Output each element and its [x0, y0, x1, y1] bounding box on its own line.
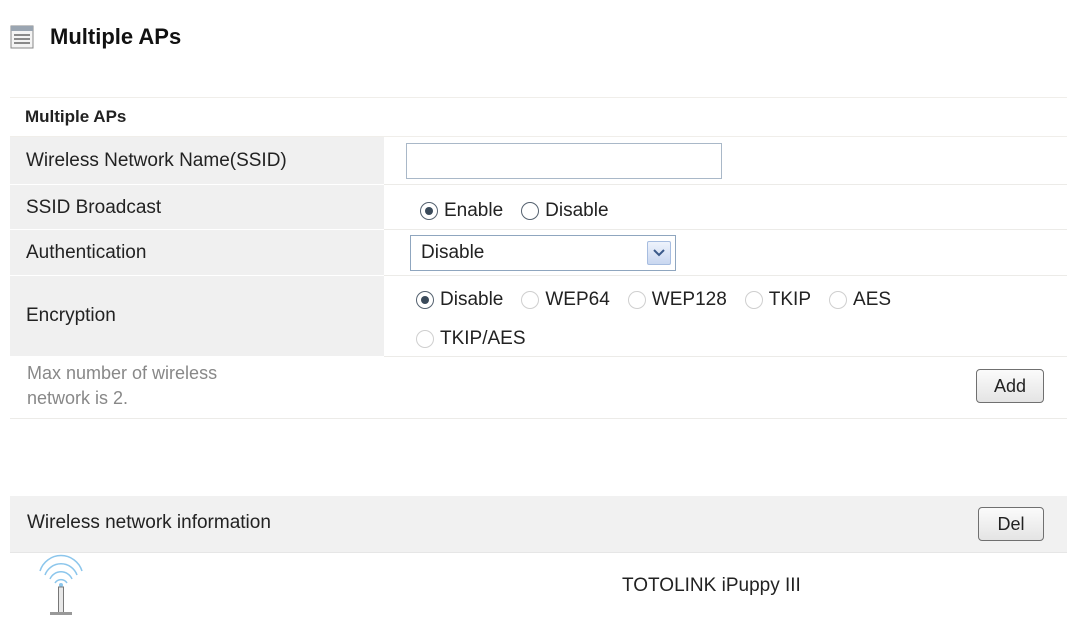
- encryption-wep128-radio[interactable]: WEP128: [627, 289, 727, 311]
- page-list-icon: [10, 25, 34, 49]
- radio-unchecked-icon: [627, 291, 646, 309]
- add-button[interactable]: Add: [976, 369, 1044, 403]
- encryption-radio-group-line2: TKIP/AES: [416, 328, 544, 350]
- ssid-row: Wireless Network Name(SSID): [10, 137, 1067, 185]
- max-networks-row: Max number of wireless network is 2. Add: [10, 357, 1067, 419]
- authentication-selected-value: Disable: [421, 242, 485, 263]
- authentication-label: Authentication: [10, 230, 384, 276]
- ssid-input[interactable]: [406, 143, 722, 179]
- ssid-value-cell: [384, 137, 1067, 185]
- encryption-tkip-aes-label: TKIP/AES: [440, 328, 526, 349]
- authentication-select[interactable]: Disable: [410, 235, 676, 271]
- page-title: Multiple APs: [50, 24, 182, 49]
- encryption-wep64-radio[interactable]: WEP64: [521, 289, 610, 311]
- encryption-value-cell: Disable WEP64 WEP128 TKIP AES TKIP/AES: [384, 276, 1067, 357]
- broadcast-enable-label: Enable: [444, 200, 504, 221]
- encryption-row: Encryption Disable WEP64 WEP128 TKIP AES: [10, 276, 1067, 357]
- encryption-disable-radio[interactable]: Disable: [416, 289, 503, 311]
- encryption-label: Encryption: [10, 276, 384, 357]
- radio-checked-icon: [420, 202, 438, 220]
- broadcast-radio-group: Enable Disable: [420, 200, 627, 222]
- max-networks-line-2: network is 2.: [27, 388, 129, 408]
- page-header: Multiple APs: [10, 22, 181, 52]
- radio-unchecked-icon: [744, 291, 763, 309]
- encryption-tkip-radio[interactable]: TKIP: [744, 289, 812, 311]
- broadcast-disable-label: Disable: [545, 200, 609, 221]
- encryption-disable-label: Disable: [440, 289, 504, 310]
- encryption-tkip-aes-radio[interactable]: TKIP/AES: [416, 328, 526, 350]
- radio-checked-icon: [416, 291, 434, 309]
- ssid-broadcast-row: SSID Broadcast Enable Disable: [10, 185, 1067, 230]
- encryption-aes-label: AES: [853, 289, 892, 310]
- wireless-network-info-title: Wireless network information: [27, 512, 271, 533]
- radio-unchecked-icon: [416, 330, 434, 348]
- radio-unchecked-icon: [521, 291, 540, 309]
- encryption-wep128-label: WEP128: [651, 289, 727, 310]
- wifi-antenna-icon: [39, 554, 83, 615]
- authentication-value-cell: Disable: [384, 230, 1067, 276]
- ssid-broadcast-value-cell: Enable Disable: [384, 185, 1067, 230]
- network-ssid-text: TOTOLINK iPuppy III: [622, 575, 801, 596]
- encryption-wep64-label: WEP64: [545, 289, 610, 310]
- ssid-label: Wireless Network Name(SSID): [10, 137, 384, 185]
- ssid-broadcast-label: SSID Broadcast: [10, 185, 384, 230]
- section-title: Multiple APs: [25, 107, 127, 126]
- chevron-down-icon[interactable]: [647, 241, 671, 265]
- authentication-row: Authentication Disable: [10, 230, 1067, 276]
- max-networks-info: Max number of wireless network is 2.: [27, 361, 327, 411]
- encryption-tkip-label: TKIP: [768, 289, 812, 310]
- broadcast-disable-radio[interactable]: Disable: [521, 200, 609, 222]
- radio-unchecked-icon: [829, 291, 848, 309]
- max-networks-line-1: Max number of wireless: [27, 363, 218, 383]
- section-header: Multiple APs: [10, 97, 1067, 137]
- encryption-aes-radio[interactable]: AES: [829, 289, 891, 311]
- del-button[interactable]: Del: [978, 507, 1044, 541]
- radio-unchecked-icon: [521, 202, 540, 220]
- wireless-network-info-bar: Wireless network information Del: [10, 496, 1067, 553]
- encryption-radio-group: Disable WEP64 WEP128 TKIP AES: [416, 289, 909, 311]
- broadcast-enable-radio[interactable]: Enable: [420, 200, 503, 222]
- network-entry: TOTOLINK iPuppy III: [10, 553, 1067, 617]
